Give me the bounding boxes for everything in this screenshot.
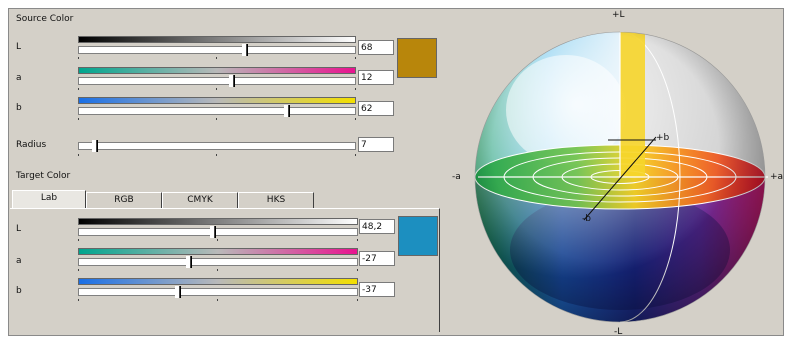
target-b-thumb[interactable] [174,286,180,298]
sphere-top-label: +L [612,10,625,20]
tab-lab[interactable]: Lab [12,190,86,208]
tab-rgb[interactable]: RGB [86,192,162,208]
source-b-thumb[interactable] [283,105,289,117]
target-a-gradient [78,248,358,255]
source-color-title: Source Color [16,14,74,24]
source-a-label: a [16,73,22,83]
source-a-slider[interactable] [78,77,356,85]
target-l-slider[interactable] [78,228,358,236]
source-a-ticks [78,88,356,91]
target-b-gradient [78,278,358,285]
radius-thumb[interactable] [91,140,97,152]
target-a-input[interactable] [359,251,395,266]
source-l-label: L [16,42,22,52]
source-b-label: b [16,103,22,113]
radius-slider[interactable] [78,142,356,150]
source-a-input[interactable] [358,70,394,85]
source-color-swatch [397,38,437,78]
target-color-title: Target Color [16,171,71,181]
target-l-ticks [78,239,358,242]
source-b-input[interactable] [358,101,394,116]
target-a-thumb[interactable] [185,256,191,268]
target-b-slider[interactable] [78,288,358,296]
target-a-ticks [78,269,358,272]
source-b-gradient [78,97,356,104]
radius-input[interactable] [358,137,394,152]
target-l-thumb[interactable] [210,226,216,238]
source-a-thumb[interactable] [228,75,234,87]
source-l-gradient [78,36,356,43]
sphere-left-label: -a [452,172,461,182]
sphere-b-plus-label: +b [656,133,670,143]
radius-label: Radius [16,140,47,150]
target-color-swatch [398,216,438,256]
lab-color-sphere: +L -L -a +a +b -b [446,0,792,341]
target-a-label: a [16,256,22,266]
target-l-label: L [16,224,22,234]
lab-sphere-graphic [474,31,768,323]
source-b-ticks [78,118,356,121]
source-l-slider[interactable] [78,46,356,54]
radius-ticks [78,154,356,157]
target-b-input[interactable] [359,282,395,297]
target-b-ticks [78,299,358,302]
source-l-thumb[interactable] [242,44,248,56]
tab-hks[interactable]: HKS [238,192,314,208]
sphere-bottom-label: -L [614,327,623,337]
tab-cmyk[interactable]: CMYK [162,192,238,208]
sphere-right-label: +a [770,172,784,182]
target-l-gradient [78,218,358,225]
source-a-gradient [78,67,356,74]
target-l-input[interactable] [359,219,395,234]
target-b-label: b [16,286,22,296]
target-a-slider[interactable] [78,258,358,266]
source-l-ticks [78,57,356,60]
source-b-slider[interactable] [78,107,356,115]
source-l-input[interactable] [358,40,394,55]
sphere-b-minus-label: -b [582,214,591,224]
